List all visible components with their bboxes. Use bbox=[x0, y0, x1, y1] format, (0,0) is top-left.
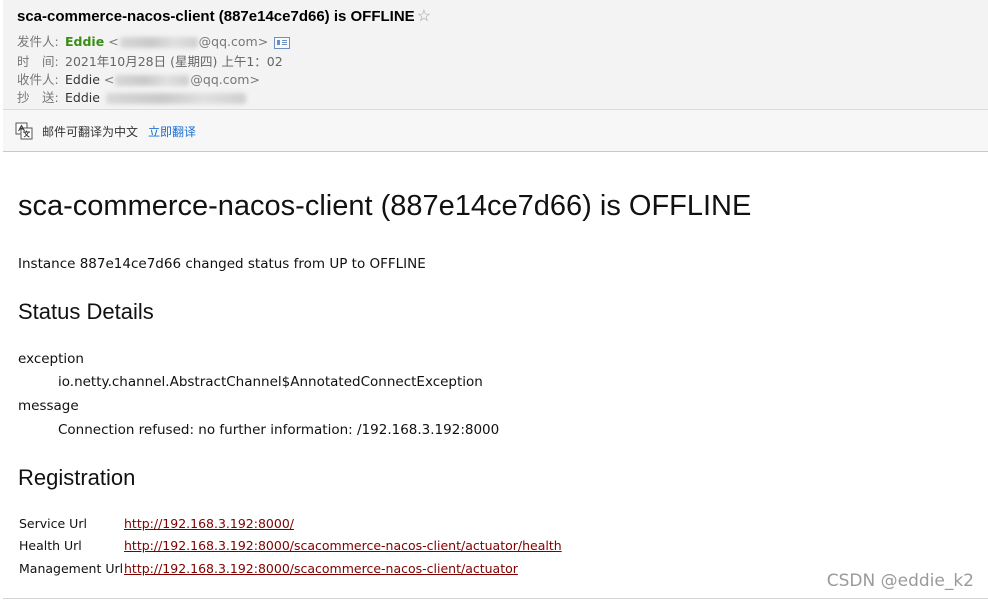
translate-icon bbox=[15, 122, 33, 140]
sender-name[interactable]: Eddie bbox=[65, 34, 104, 49]
contact-card-icon[interactable] bbox=[274, 36, 291, 49]
mail-subject: sca-commerce-nacos-client (887e14ce7d66)… bbox=[17, 6, 431, 26]
translate-now-link[interactable]: 立即翻译 bbox=[148, 123, 196, 140]
management-url-label: Management Url bbox=[19, 561, 124, 576]
csdn-watermark: CSDN @eddie_k2 bbox=[826, 571, 974, 591]
from-label: 发件人: bbox=[17, 34, 59, 49]
service-url-label: Service Url bbox=[19, 516, 87, 531]
subject-text: sca-commerce-nacos-client (887e14ce7d66)… bbox=[17, 8, 415, 25]
cc-label: 抄 送: bbox=[17, 90, 59, 105]
service-url-link[interactable]: http://192.168.3.192:8000/ bbox=[124, 516, 294, 531]
email-domain: @qq.com> bbox=[198, 34, 269, 49]
redacted-cc-email bbox=[105, 93, 246, 104]
redacted-email bbox=[115, 75, 190, 86]
detail-value-message: Connection refused: no further informati… bbox=[58, 422, 500, 438]
recipient-name[interactable]: Eddie bbox=[65, 72, 100, 87]
translate-bar: 邮件可翻译为中文 立即翻译 bbox=[3, 109, 988, 152]
email-open-bracket: < bbox=[108, 34, 119, 49]
health-url-link[interactable]: http://192.168.3.192:8000/scacommerce-na… bbox=[124, 538, 562, 553]
health-url-label: Health Url bbox=[19, 538, 82, 553]
detail-value-exception: io.netty.channel.AbstractChannel$Annotat… bbox=[58, 374, 483, 390]
recipient-email: < @qq.com> bbox=[104, 72, 260, 87]
management-url-link[interactable]: http://192.168.3.192:8000/scacommerce-na… bbox=[124, 561, 518, 576]
redacted-email bbox=[119, 37, 198, 48]
from-row: 发件人: Eddie < @qq.com> bbox=[17, 31, 291, 50]
sender-email: < @qq.com> bbox=[108, 34, 268, 49]
time-row: 时 间: 2021年10月28日 (星期四) 上午1：02 bbox=[17, 51, 283, 70]
cc-row: 抄 送: Eddie bbox=[17, 87, 247, 106]
time-value: 2021年10月28日 (星期四) 上午1：02 bbox=[65, 54, 283, 69]
time-label: 时 间: bbox=[17, 54, 59, 69]
mail-header: sca-commerce-nacos-client (887e14ce7d66)… bbox=[3, 0, 988, 109]
email-domain: @qq.com> bbox=[190, 72, 260, 87]
email-open-bracket: < bbox=[103, 72, 115, 87]
status-details-heading: Status Details bbox=[18, 299, 154, 324]
detail-term-exception: exception bbox=[18, 351, 84, 367]
bottom-divider bbox=[3, 598, 988, 599]
translate-prompt: 邮件可翻译为中文 bbox=[42, 125, 139, 139]
star-icon[interactable]: ☆ bbox=[417, 8, 431, 25]
cc-name[interactable]: Eddie bbox=[65, 90, 100, 105]
to-row: 收件人: Eddie < @qq.com> bbox=[17, 69, 260, 88]
registration-heading: Registration bbox=[18, 465, 136, 490]
to-label: 收件人: bbox=[17, 72, 59, 87]
detail-term-message: message bbox=[18, 398, 79, 414]
page-title: sca-commerce-nacos-client (887e14ce7d66)… bbox=[18, 190, 752, 222]
status-intro: Instance 887e14ce7d66 changed status fro… bbox=[18, 256, 426, 272]
